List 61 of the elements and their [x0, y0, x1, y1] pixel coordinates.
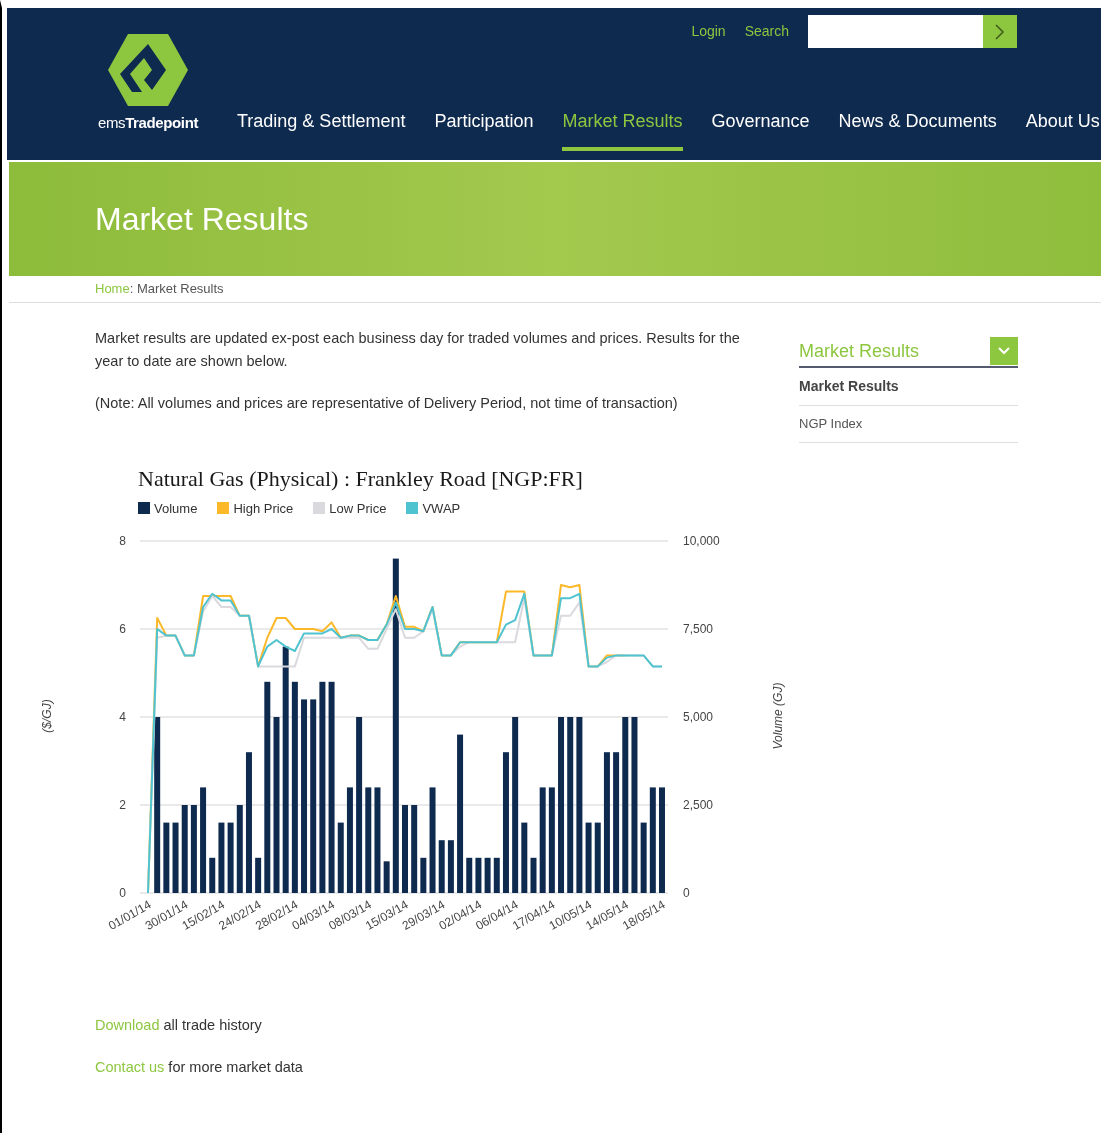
- intro-text: Market results are updated ex-post each business day for traded volumes and prices. Results for the year to date are shown below.: [95, 329, 741, 371]
- sidebar-item[interactable]: NGP Index: [799, 406, 1018, 443]
- volume-bar: [640, 822, 647, 893]
- axis-tick-label: 0: [119, 885, 126, 900]
- volume-bar: [594, 822, 601, 893]
- legend-label: VWAP: [422, 499, 461, 518]
- chart-title: Natural Gas (Physical) : Frankley Road [NGP:FR]: [138, 465, 584, 493]
- search-button[interactable]: [983, 15, 1017, 48]
- volume-bar: [447, 839, 454, 893]
- volume-bar: [493, 857, 500, 893]
- axis-tick-label: 5,000: [683, 709, 714, 724]
- axis-title: ($/GJ): [40, 698, 54, 733]
- axis-tick-label: 4: [119, 709, 126, 724]
- volume-bar: [209, 857, 216, 893]
- utility-link[interactable]: Login: [691, 21, 726, 42]
- axis-tick-label: 10,000: [683, 533, 720, 548]
- axis-tick-label: 6: [119, 621, 126, 636]
- nav-tab[interactable]: About Us: [1025, 108, 1100, 151]
- link-sentence: Contact us for more market data: [95, 1057, 304, 1077]
- dropdown-button[interactable]: [990, 337, 1018, 365]
- legend-label: High Price: [233, 499, 294, 518]
- breadcrumb-current: : Market Results: [129, 280, 224, 299]
- logo-icon: [108, 34, 188, 106]
- volume-bar: [218, 822, 225, 893]
- legend-label: Low Price: [329, 499, 387, 518]
- link-sentence: Download all trade history: [95, 1015, 263, 1035]
- volume-bar: [530, 857, 537, 893]
- search-field[interactable]: [808, 15, 983, 48]
- volume-bar: [227, 822, 234, 893]
- legend-label: Volume: [154, 499, 198, 518]
- logo-text: emsTradepoint: [97, 113, 199, 133]
- volume-bar: [475, 857, 482, 893]
- sidebar-title: Market Results: [799, 339, 920, 363]
- axis-tick-label: 8: [119, 533, 126, 548]
- volume-bar: [585, 822, 592, 893]
- axis-title: Volume (GJ): [771, 682, 785, 749]
- volume-bar: [484, 857, 491, 893]
- axis-tick-label: 2: [119, 797, 126, 812]
- axis-tick-label: 0: [683, 885, 690, 900]
- axis-tick-label: 2,500: [683, 797, 714, 812]
- volume-bar: [466, 857, 473, 893]
- sidebar-item[interactable]: Market Results: [799, 368, 1018, 406]
- volume-bar: [172, 822, 179, 893]
- nav-tab[interactable]: News & Documents: [838, 108, 997, 151]
- volume-bar: [420, 857, 427, 893]
- volume-bar: [255, 857, 262, 893]
- nav-tab[interactable]: Participation: [434, 108, 534, 151]
- chevron-down-icon: [998, 347, 1010, 355]
- volume-bar: [337, 822, 344, 893]
- volume-bar: [163, 822, 170, 893]
- page-title: Market Results: [95, 200, 309, 239]
- volume-bar: [438, 839, 445, 893]
- chevron-right-icon: [995, 23, 1005, 40]
- nav-tab[interactable]: Governance: [711, 108, 810, 151]
- nav-tab[interactable]: Trading & Settlement: [237, 108, 406, 151]
- note-text: (Note: All volumes and prices are representative of Delivery Period, not time of transaction): [95, 394, 679, 413]
- volume-bar: [521, 822, 528, 893]
- nav-tab[interactable]: Market Results: [562, 108, 683, 151]
- utility-link[interactable]: Search: [744, 21, 789, 42]
- axis-tick-label: 7,500: [683, 621, 714, 636]
- volume-bar: [383, 860, 390, 893]
